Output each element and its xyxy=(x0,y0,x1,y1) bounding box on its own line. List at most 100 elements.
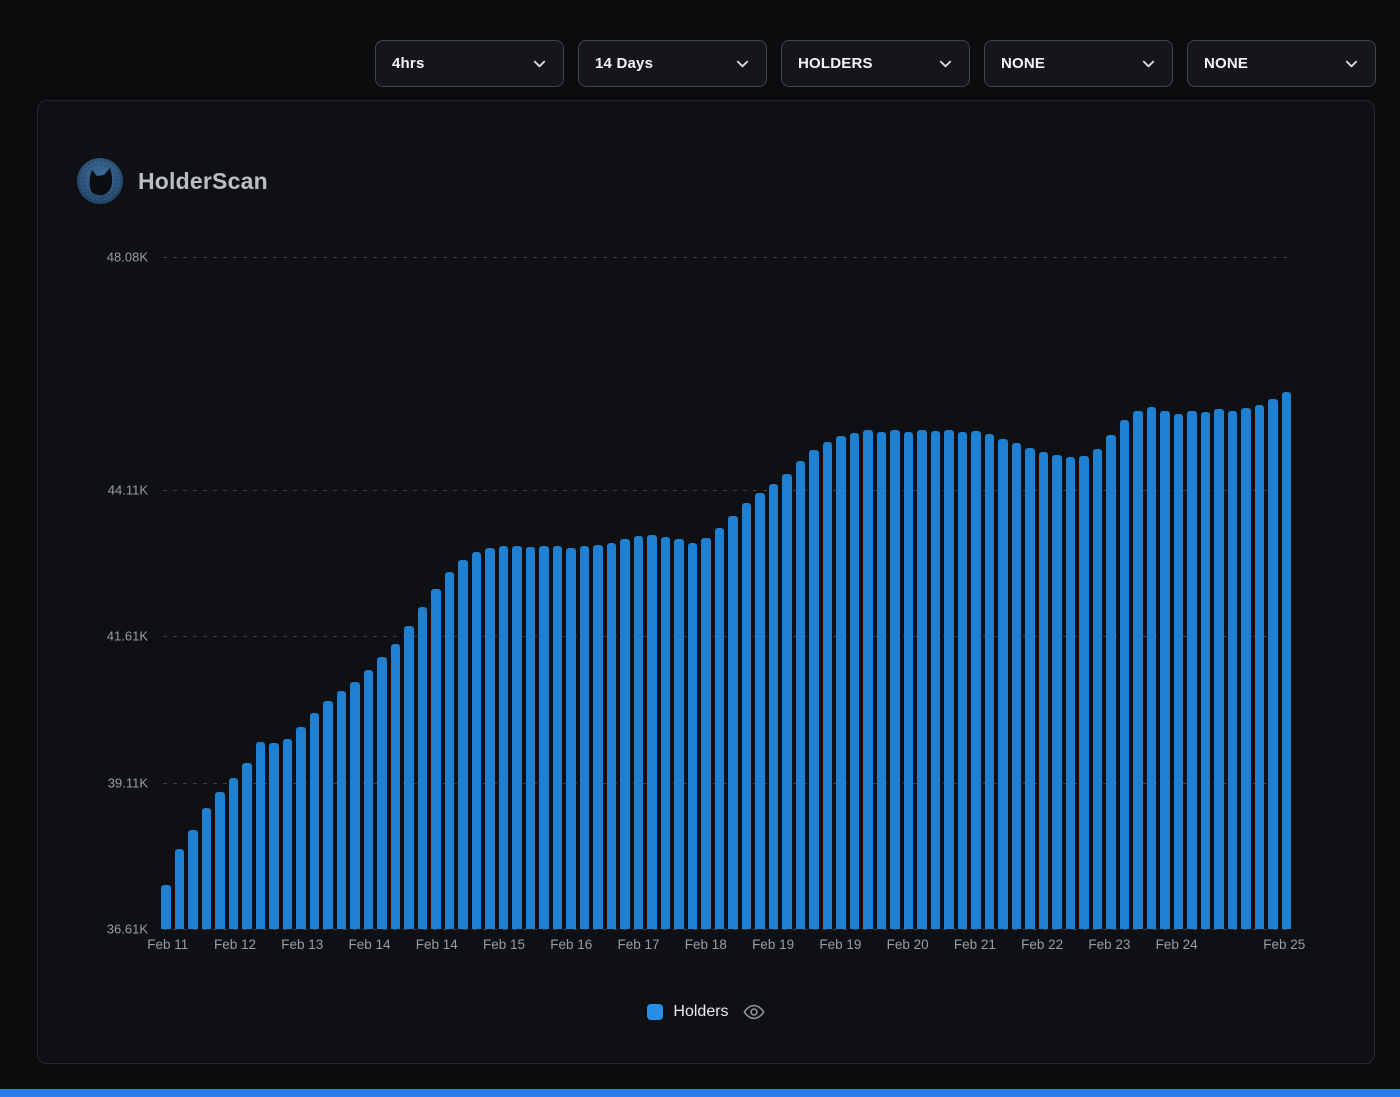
eye-icon[interactable] xyxy=(743,1001,765,1023)
holders-bar xyxy=(1147,407,1157,929)
holders-bar xyxy=(1228,411,1238,930)
y-axis-label: 39.11K xyxy=(108,775,148,790)
y-axis-label: 41.61K xyxy=(107,629,148,644)
holders-bar xyxy=(1241,408,1251,929)
y-axis-label: 44.11K xyxy=(108,482,148,497)
legend-label[interactable]: Holders xyxy=(673,1003,728,1021)
holders-bar xyxy=(823,442,833,929)
holders-bar xyxy=(1120,420,1130,929)
x-axis-label: Feb 13 xyxy=(281,937,323,952)
holders-bar xyxy=(472,552,482,929)
holders-bar xyxy=(512,546,522,929)
holders-bar xyxy=(985,434,995,929)
holders-bar xyxy=(742,503,752,929)
holders-bar xyxy=(998,439,1008,929)
holders-bar xyxy=(620,539,630,929)
x-axis-label: Feb 23 xyxy=(1088,937,1130,952)
holders-bar xyxy=(391,644,401,929)
x-axis-label: Feb 24 xyxy=(1156,937,1198,952)
holders-bar xyxy=(1187,411,1197,930)
holders-bar xyxy=(1079,456,1089,929)
holders-bar xyxy=(580,546,590,929)
holders-bar xyxy=(1174,414,1184,929)
x-axis-label: Feb 22 xyxy=(1021,937,1063,952)
page: 4hrs 14 Days HOLDERS NONE NONE xyxy=(0,0,1400,1097)
holders-bar xyxy=(674,539,684,929)
period-dropdown-value: 14 Days xyxy=(595,55,653,72)
holders-bar xyxy=(890,430,900,929)
x-axis-label: Feb 19 xyxy=(819,937,861,952)
compare1-dropdown[interactable]: NONE xyxy=(984,40,1173,87)
holders-bar xyxy=(283,739,293,929)
holders-bar xyxy=(175,849,185,929)
holders-bar xyxy=(526,547,536,929)
timeframe-dropdown-value: 4hrs xyxy=(392,55,425,72)
gridline xyxy=(163,929,1291,930)
x-axis-label: Feb 14 xyxy=(416,937,458,952)
chart-card: HolderScan 48.08K44.11K41.61K39.11K36.61… xyxy=(37,100,1375,1064)
holders-bar xyxy=(188,830,198,929)
brand-name: HolderScan xyxy=(138,168,268,195)
holders-bar xyxy=(715,528,725,929)
holders-bar xyxy=(323,701,333,929)
holders-bar xyxy=(242,763,252,929)
x-axis-label: Feb 19 xyxy=(752,937,794,952)
holders-bar xyxy=(917,430,927,929)
legend: Holders xyxy=(38,1001,1374,1023)
holders-bar xyxy=(1282,392,1292,929)
holders-bar xyxy=(1039,452,1049,929)
holders-bar xyxy=(256,742,266,929)
holders-bar xyxy=(269,743,279,929)
plot-area xyxy=(161,257,1291,929)
bars xyxy=(161,257,1291,929)
holders-bar xyxy=(566,548,576,929)
x-axis-label: Feb 16 xyxy=(550,937,592,952)
holders-bar xyxy=(607,543,617,929)
holders-bar xyxy=(850,433,860,929)
holders-bar xyxy=(971,431,981,929)
compare2-dropdown[interactable]: NONE xyxy=(1187,40,1376,87)
holders-bar xyxy=(539,546,549,929)
holders-bar xyxy=(1214,409,1224,929)
holders-bar xyxy=(1160,411,1170,929)
holders-bar xyxy=(877,432,887,929)
holders-bar xyxy=(958,432,968,929)
chevron-down-icon xyxy=(532,56,547,71)
holders-bar xyxy=(485,548,495,929)
holders-bar xyxy=(1133,411,1143,930)
holders-bar xyxy=(688,543,698,929)
bottom-accent-bar xyxy=(0,1089,1400,1097)
brand: HolderScan xyxy=(76,157,268,205)
holders-bar xyxy=(1012,443,1022,929)
chevron-down-icon xyxy=(1344,56,1359,71)
holders-bar xyxy=(296,727,306,929)
holders-bar xyxy=(499,546,509,929)
holders-bar xyxy=(904,432,914,929)
holders-bar xyxy=(1106,435,1116,929)
holders-bar xyxy=(634,536,644,929)
period-dropdown[interactable]: 14 Days xyxy=(578,40,767,87)
compare1-dropdown-value: NONE xyxy=(1001,55,1045,72)
holders-bar xyxy=(431,589,441,929)
holders-bar xyxy=(701,538,711,929)
x-axis-label: Feb 18 xyxy=(685,937,727,952)
holders-bar xyxy=(755,493,765,929)
chevron-down-icon xyxy=(735,56,750,71)
holderscan-cat-logo-icon xyxy=(76,157,124,205)
x-axis-label: Feb 12 xyxy=(214,937,256,952)
holders-bar xyxy=(809,450,819,929)
legend-swatch[interactable] xyxy=(647,1004,663,1020)
metric-dropdown[interactable]: HOLDERS xyxy=(781,40,970,87)
holders-bar xyxy=(1093,449,1103,929)
holders-bar xyxy=(661,537,671,929)
holders-bar xyxy=(364,670,374,929)
holders-bar xyxy=(1066,457,1076,929)
holders-bar xyxy=(1268,399,1278,929)
y-axis-label: 36.61K xyxy=(107,922,148,937)
holders-bar xyxy=(310,713,320,929)
holders-bar xyxy=(728,516,738,929)
holders-bar xyxy=(836,436,846,929)
x-axis-label: Feb 11 xyxy=(147,937,188,952)
metric-dropdown-value: HOLDERS xyxy=(798,55,873,72)
timeframe-dropdown[interactable]: 4hrs xyxy=(375,40,564,87)
